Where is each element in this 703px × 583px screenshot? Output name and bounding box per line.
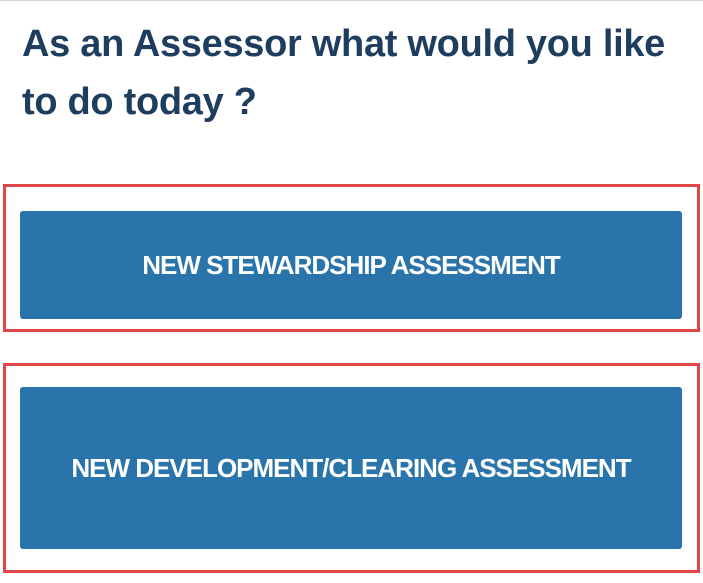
assessor-home: As an Assessor what would you like to do…	[0, 0, 703, 583]
new-development-clearing-assessment-button[interactable]: NEW DEVELOPMENT/CLEARING ASSESSMENT	[20, 387, 682, 549]
new-stewardship-assessment-button[interactable]: NEW STEWARDSHIP ASSESSMENT	[20, 211, 682, 319]
page-heading: As an Assessor what would you like to do…	[22, 23, 666, 123]
